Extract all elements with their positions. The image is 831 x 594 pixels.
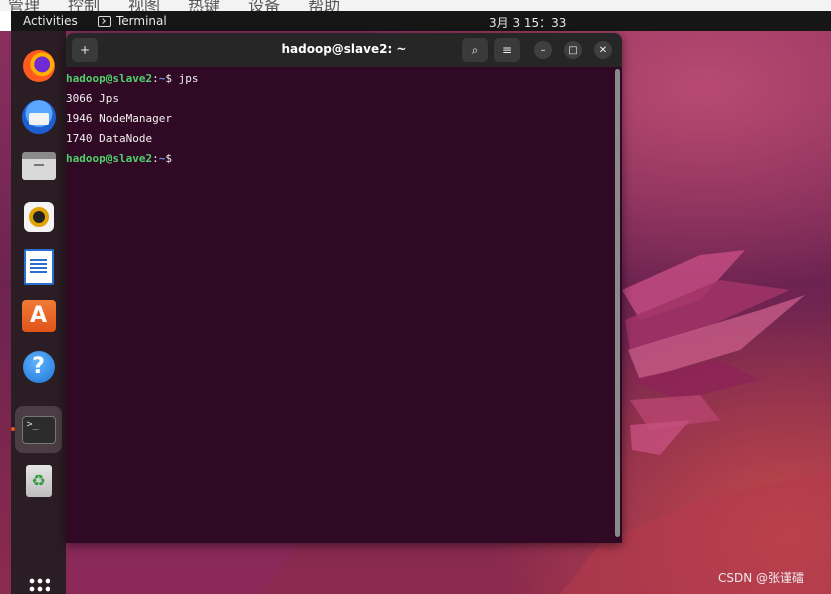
- minimize-icon: –: [540, 44, 546, 56]
- host-menu: 管理 控制 视图 热键 设备 帮助: [8, 0, 340, 11]
- terminal-small-icon: [98, 15, 111, 27]
- output-line: 3066 Jps: [66, 92, 119, 105]
- trash-icon: ♻: [25, 464, 52, 497]
- search-button[interactable]: ⌕: [462, 38, 488, 62]
- prompt-line: hadoop@slave2:~$ jps: [66, 69, 612, 89]
- watermark: CSDN @张谨礌: [718, 571, 805, 585]
- show-apps-button[interactable]: [15, 561, 62, 594]
- hamburger-icon: ≡: [501, 43, 513, 57]
- minimize-button[interactable]: –: [534, 41, 552, 59]
- prompt-sep: :: [152, 72, 159, 85]
- output-line: 1946 NodeManager: [66, 112, 172, 125]
- dock-item-trash[interactable]: ♻: [15, 457, 62, 504]
- host-menu-item[interactable]: 管理: [8, 0, 40, 11]
- menu-button[interactable]: ≡: [494, 38, 520, 62]
- output-line: 1740 DataNode: [66, 132, 153, 145]
- terminal-icon: >_: [21, 415, 56, 444]
- rhythmbox-icon: [23, 201, 54, 232]
- command-text: $: [165, 152, 179, 165]
- host-window-menubar: 管理 控制 视图 热键 设备 帮助: [0, 0, 831, 11]
- dock-item-ubuntu-software[interactable]: A: [15, 292, 62, 339]
- clock[interactable]: 3月 3 15：33: [489, 14, 566, 31]
- thunderbird-icon: [21, 99, 56, 134]
- command-text: $ jps: [165, 72, 199, 85]
- terminal-headerbar[interactable]: + hadoop@slave2: ~ ⌕ ≡ – □ ✕: [66, 33, 622, 67]
- host-menu-item[interactable]: 帮助: [308, 0, 340, 11]
- terminal-output[interactable]: hadoop@slave2:~$ jps 3066 Jps 1946 NodeM…: [66, 69, 612, 543]
- dock-item-firefox[interactable]: [15, 42, 62, 89]
- dock-item-files[interactable]: [15, 142, 62, 189]
- store-icon: A: [21, 299, 56, 332]
- close-button[interactable]: ✕: [594, 41, 612, 59]
- firefox-icon: [22, 49, 55, 82]
- host-menu-item[interactable]: 热键: [188, 0, 220, 11]
- close-icon: ✕: [598, 44, 608, 56]
- dock-item-thunderbird[interactable]: [15, 93, 62, 140]
- dock-item-help[interactable]: ?: [15, 343, 62, 390]
- app-menu-label: Terminal: [116, 14, 167, 28]
- dock: A ? >_ ♻: [11, 31, 66, 594]
- activities-button[interactable]: Activities: [23, 14, 78, 28]
- help-icon: ?: [22, 350, 55, 383]
- writer-icon: [23, 248, 54, 285]
- gnome-top-bar: Activities Terminal 3月 3 15：33: [11, 11, 831, 31]
- app-menu[interactable]: Terminal: [98, 14, 167, 28]
- host-menu-item[interactable]: 控制: [68, 0, 100, 11]
- app-grid-icon: [27, 576, 50, 593]
- running-indicator: [11, 427, 15, 431]
- terminal-scrollbar[interactable]: [615, 69, 620, 537]
- prompt-user: hadoop@slave2: [66, 72, 153, 85]
- host-menu-item[interactable]: 视图: [128, 0, 160, 11]
- dock-item-writer[interactable]: [15, 243, 62, 290]
- prompt-line: hadoop@slave2:~$: [66, 149, 612, 169]
- dock-item-rhythmbox[interactable]: [15, 193, 62, 240]
- prompt-sep: :: [152, 152, 159, 165]
- dock-item-terminal[interactable]: >_: [15, 406, 62, 453]
- maximize-icon: □: [568, 44, 578, 56]
- prompt-user: hadoop@slave2: [66, 152, 153, 165]
- files-icon: [21, 151, 56, 180]
- maximize-button[interactable]: □: [564, 41, 582, 59]
- host-menu-item[interactable]: 设备: [248, 0, 280, 11]
- search-icon: ⌕: [471, 42, 479, 57]
- terminal-window[interactable]: + hadoop@slave2: ~ ⌕ ≡ – □ ✕ hadoop@slav…: [66, 33, 622, 543]
